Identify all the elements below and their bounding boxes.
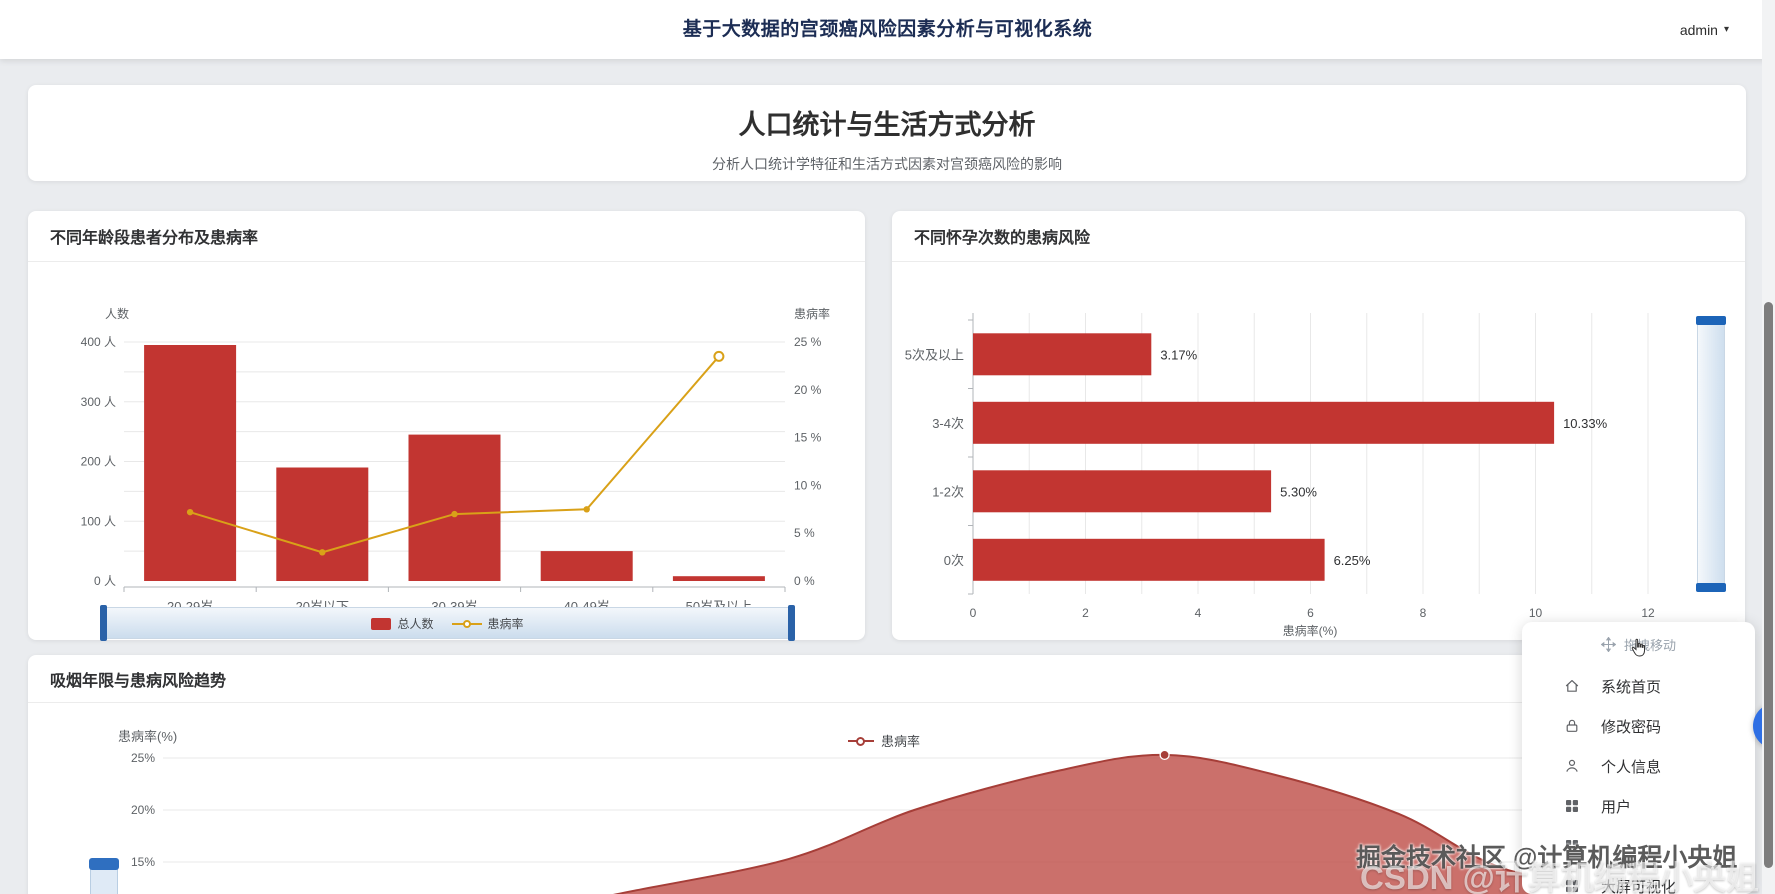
app-title: 基于大数据的宫颈癌风险因素分析与可视化系统 <box>682 19 1093 40</box>
menu-item-label: 大屏可视化 <box>1601 878 1677 894</box>
datazoom-bottom-handle[interactable] <box>1696 583 1726 592</box>
scrollbar-thumb[interactable] <box>1764 302 1773 868</box>
drag-label: 拖拽移动 <box>1623 637 1676 653</box>
smoking-chart-card: 吸烟年限与患病风险趋势 患病率(%) 25% 20% 15% 患病率 <box>28 655 1746 894</box>
grid-icon <box>1566 840 1578 852</box>
menu-item-password[interactable]: 修改密码 <box>1522 706 1755 746</box>
datazoom-handle[interactable] <box>89 858 119 870</box>
svg-text:5.30%: 5.30% <box>1280 484 1317 499</box>
line-swatch <box>848 736 874 746</box>
bar-swatch <box>371 617 392 630</box>
svg-text:10.33%: 10.33% <box>1563 416 1608 431</box>
y-axis-left-labels: 人数 400 人 300 人 200 人 100 人 0 人 <box>81 306 129 588</box>
y-axis-labels: 患病率(%) 25% 20% 15% <box>118 729 177 869</box>
category-labels: 5次及以上 3-4次 1-2次 0次 <box>905 347 964 568</box>
svg-text:2: 2 <box>1082 606 1089 620</box>
total-count-bars[interactable] <box>144 345 765 581</box>
svg-text:人数: 人数 <box>105 306 129 321</box>
menu-item-hidden[interactable] <box>1522 826 1755 866</box>
svg-text:25 %: 25 % <box>794 335 822 349</box>
svg-text:400 人: 400 人 <box>81 335 116 349</box>
svg-text:6: 6 <box>1307 606 1314 620</box>
line-swatch <box>451 619 482 628</box>
svg-text:1-2次: 1-2次 <box>932 484 964 499</box>
svg-text:10 %: 10 % <box>794 478 822 492</box>
menu-item-label: 个人信息 <box>1601 758 1662 776</box>
legend-prevalence[interactable]: 患病率 <box>451 615 524 632</box>
svg-text:0 %: 0 % <box>794 574 815 588</box>
svg-text:5 %: 5 % <box>794 526 815 540</box>
svg-text:12: 12 <box>1641 606 1655 620</box>
home-icon <box>1565 680 1579 692</box>
page-scrollbar[interactable] <box>1762 0 1775 894</box>
svg-text:患病率(%): 患病率(%) <box>1283 623 1338 638</box>
datazoom-mini-slider[interactable] <box>89 858 119 894</box>
bar-value-labels: 3.17% 10.33% 5.30% 6.25% <box>1160 347 1607 568</box>
menu-item-bigscreen[interactable]: 大屏可视化 <box>1522 866 1755 894</box>
admin-dropdown[interactable]: admin ▾ <box>1680 0 1729 59</box>
datazoom-top-handle[interactable] <box>1696 316 1726 325</box>
svg-text:8: 8 <box>1420 606 1427 620</box>
menu-item-users[interactable]: 用户 <box>1522 786 1755 826</box>
svg-text:15%: 15% <box>131 855 155 869</box>
grid-icon <box>1566 880 1578 892</box>
datazoom-slider-vertical[interactable] <box>1696 316 1726 592</box>
app-header: 基于大数据的宫颈癌风险因素分析与可视化系统 admin ▾ <box>0 0 1775 59</box>
svg-text:6.25%: 6.25% <box>1334 553 1371 568</box>
y-axis-right-labels: 患病率 25 % 20 % 15 % 10 % 5 % 0 % <box>794 306 830 588</box>
svg-text:0 人: 0 人 <box>94 574 116 588</box>
svg-text:100 人: 100 人 <box>81 514 116 528</box>
x-axis <box>123 586 786 592</box>
smoking-chart-legend[interactable]: 患病率 <box>848 731 920 750</box>
legend-total-count[interactable]: 总人数 <box>371 615 434 632</box>
grid-icon <box>1566 800 1578 812</box>
smoking-trend-chart[interactable]: 患病率(%) 25% 20% 15% <box>28 655 1746 894</box>
svg-text:25%: 25% <box>131 751 155 765</box>
svg-text:200 人: 200 人 <box>81 455 116 469</box>
drag-handle[interactable]: 拖拽移动 <box>1522 622 1755 666</box>
page-subtitle: 分析人口统计学特征和生活方式因素对宫颈癌风险的影响 <box>712 156 1062 172</box>
svg-text:300 人: 300 人 <box>81 395 116 409</box>
svg-text:10: 10 <box>1529 606 1543 620</box>
svg-text:20 %: 20 % <box>794 383 822 397</box>
pregnancy-risk-chart[interactable]: 3.17% 10.33% 5.30% 6.25% 5次及以上 3-4次 1-2次 0次 0 2 4 6… <box>892 211 1745 640</box>
svg-text:0: 0 <box>970 606 977 620</box>
user-icon <box>1566 759 1578 772</box>
svg-text:15 %: 15 % <box>794 431 822 445</box>
menu-item-label: 修改密码 <box>1601 718 1662 736</box>
move-icon <box>1600 636 1616 652</box>
floating-nav-menu: 拖拽移动 系统首页 修改密码 个人信息 用户 大屏可视化 <box>1522 622 1755 894</box>
svg-text:3-4次: 3-4次 <box>932 416 964 431</box>
svg-text:4: 4 <box>1195 606 1202 620</box>
age-chart-legend: 总人数 患病率 <box>103 615 792 632</box>
page-title: 人口统计与生活方式分析 <box>738 110 1036 140</box>
age-distribution-chart[interactable]: 人数400 人300 人200 人100 人0 人患病率25 %20 %15 %… <box>28 211 865 640</box>
menu-item-label: 用户 <box>1601 798 1632 816</box>
age-chart-card: 不同年龄段患者分布及患病率 人数 400 人 300 人 200 人 100 人0 人患… <box>28 211 865 641</box>
svg-text:3.17%: 3.17% <box>1160 347 1197 362</box>
admin-username: admin <box>1679 21 1718 38</box>
svg-text:0次: 0次 <box>944 553 964 568</box>
menu-item-label: 系统首页 <box>1601 678 1662 696</box>
hero-card: 人口统计与生活方式分析 分析人口统计学特征和生活方式因素对宫颈癌风险的影响 <box>28 85 1746 181</box>
pregnancy-chart-card: 不同怀孕次数的患病风险 3.17% 10.33% 5.30% 6.25% 5次及以上 3-… <box>892 211 1745 640</box>
svg-text:5次及以上: 5次及以上 <box>905 347 964 362</box>
svg-text:患病率: 患病率 <box>794 306 830 321</box>
menu-item-profile[interactable]: 个人信息 <box>1522 746 1755 786</box>
peak-marker <box>1159 749 1170 761</box>
dashboard-page: { "header": { "title": "基于大数据的宫颈癌风险因素分析与… <box>0 0 1775 894</box>
risk-bars[interactable] <box>973 333 1555 581</box>
svg-text:20%: 20% <box>131 803 155 817</box>
lock-icon <box>1566 719 1578 732</box>
chevron-down-icon: ▾ <box>1723 24 1729 35</box>
menu-item-home[interactable]: 系统首页 <box>1522 666 1755 706</box>
svg-text:患病率(%): 患病率(%) <box>118 729 177 744</box>
